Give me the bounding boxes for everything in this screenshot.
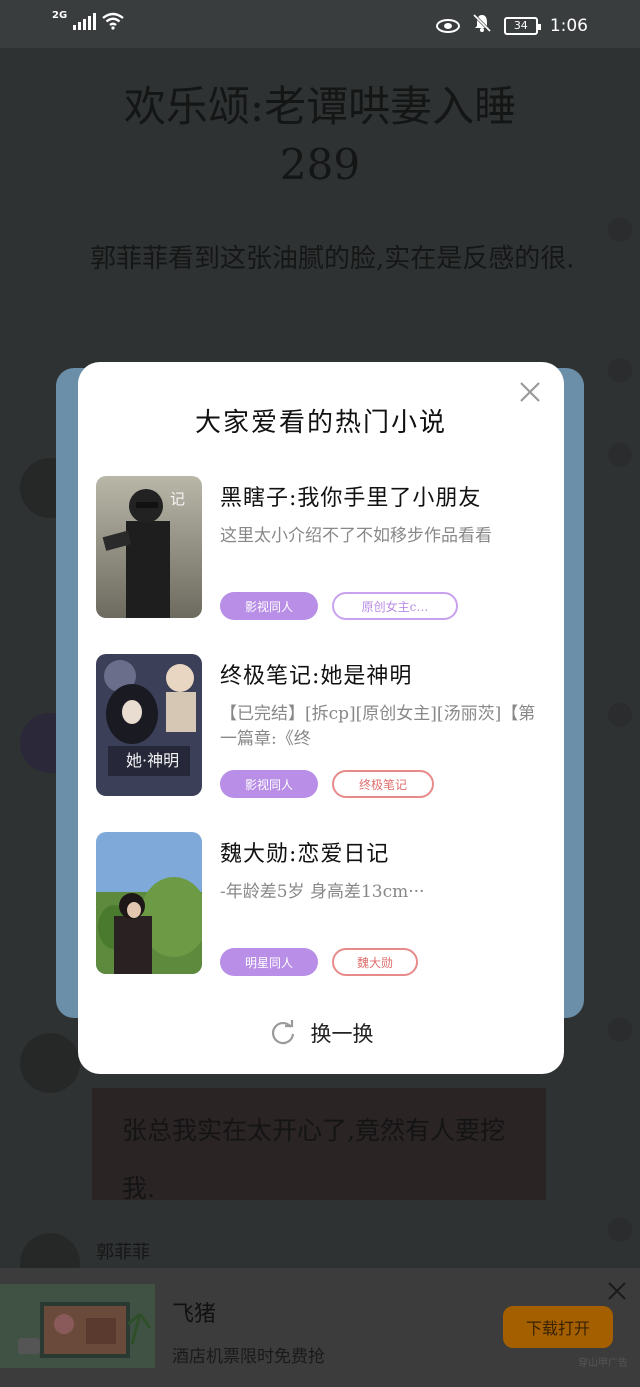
network-type: 2G [52, 9, 68, 21]
comment-dot[interactable] [608, 358, 632, 382]
book-title[interactable]: 黑瞎子:我你手里了小朋友 [220, 480, 481, 512]
bell-muted-icon [472, 13, 492, 38]
close-icon [608, 1282, 626, 1300]
hot-novels-dialog: 大家爱看的热门小说 记 黑瞎子:我你手里了小朋友 这里太小介绍不了不如移步作品看… [78, 362, 564, 1074]
tag-keyword[interactable]: 终极笔记 [332, 770, 434, 798]
svg-text:记: 记 [170, 490, 185, 508]
comment-dot[interactable] [608, 218, 632, 242]
status-left: 2G [52, 9, 124, 30]
refresh-label: 换一换 [310, 1022, 374, 1046]
chat-bubble: 张总我实在太开心了,竟然有人要挖我. [92, 1088, 546, 1203]
book-tags: 影视同人 终极笔记 [220, 770, 434, 798]
book-item[interactable]: 记 黑瞎子:我你手里了小朋友 这里太小介绍不了不如移步作品看看 影视同人 原创女… [96, 476, 546, 621]
status-bar: 2G 34 1:06 [0, 0, 640, 48]
comment-dot[interactable] [608, 443, 632, 467]
tag-keyword[interactable]: 原创女主c… [332, 592, 458, 620]
ad-download-button[interactable]: 下载打开 [503, 1306, 613, 1348]
book-title[interactable]: 终极笔记:她是神明 [220, 658, 412, 690]
wifi-icon [102, 12, 124, 30]
signal-icon [73, 12, 97, 30]
ad-subtitle[interactable]: 酒店机票限时免费抢 [172, 1342, 325, 1367]
book-item[interactable]: 魏大勋:恋爱日记 -年龄差5岁 身高差13cm··· 明星同人 魏大勋 [96, 832, 546, 977]
book-description: -年龄差5岁 身高差13cm··· [220, 882, 425, 902]
refresh-button[interactable]: 换一换 [78, 1018, 564, 1048]
ad-title[interactable]: 飞猪 [172, 1296, 216, 1328]
comment-dot[interactable] [608, 1218, 632, 1242]
comment-dot[interactable] [608, 1018, 632, 1042]
ad-image[interactable] [0, 1284, 155, 1368]
dialog-title: 大家爱看的热门小说 [194, 408, 447, 438]
eye-icon [435, 18, 460, 33]
book-tags: 明星同人 魏大勋 [220, 948, 418, 976]
book-description: 【已完结】[拆cp][原创女主][汤丽茨]【第一篇章:《终 [220, 704, 536, 749]
comment-dot[interactable] [608, 703, 632, 727]
book-tags: 影视同人 原创女主c… [220, 592, 458, 620]
clock: 1:06 [549, 15, 588, 36]
book-cover[interactable]: 记 [96, 476, 202, 618]
tag-keyword[interactable]: 魏大勋 [332, 948, 418, 976]
book-description: 这里太小介绍不了不如移步作品看看 [220, 526, 492, 546]
chapter-paragraph: 郭菲菲看到这张油腻的脸,实在是反感的很. [90, 244, 575, 274]
tag-category[interactable]: 明星同人 [220, 948, 318, 976]
tag-category[interactable]: 影视同人 [220, 592, 318, 620]
book-item[interactable]: 她·神明 终极笔记:她是神明 【已完结】[拆cp][原创女主][汤丽茨]【第一篇… [96, 654, 546, 799]
svg-text:她·神明: 她·神明 [126, 751, 179, 770]
ad-banner[interactable]: 飞猪 酒店机票限时免费抢 下载打开 穿山甲广告 [0, 1268, 640, 1387]
ad-close-button[interactable] [606, 1280, 628, 1302]
battery-level: 34 [513, 19, 528, 32]
speaker-name: 郭菲菲 [96, 1242, 150, 1263]
status-right: 34 1:06 [435, 13, 588, 38]
refresh-icon [271, 1020, 294, 1045]
battery-icon: 34 [503, 16, 541, 35]
ad-source-label: 穿山甲广告 [578, 1358, 628, 1369]
book-cover[interactable] [96, 832, 202, 974]
book-cover[interactable]: 她·神明 [96, 654, 202, 796]
book-title[interactable]: 魏大勋:恋爱日记 [220, 836, 389, 868]
chapter-title: 欢乐颂:老谭哄妻入睡289 [123, 82, 517, 189]
tag-category[interactable]: 影视同人 [220, 770, 318, 798]
avatar [20, 1033, 80, 1093]
